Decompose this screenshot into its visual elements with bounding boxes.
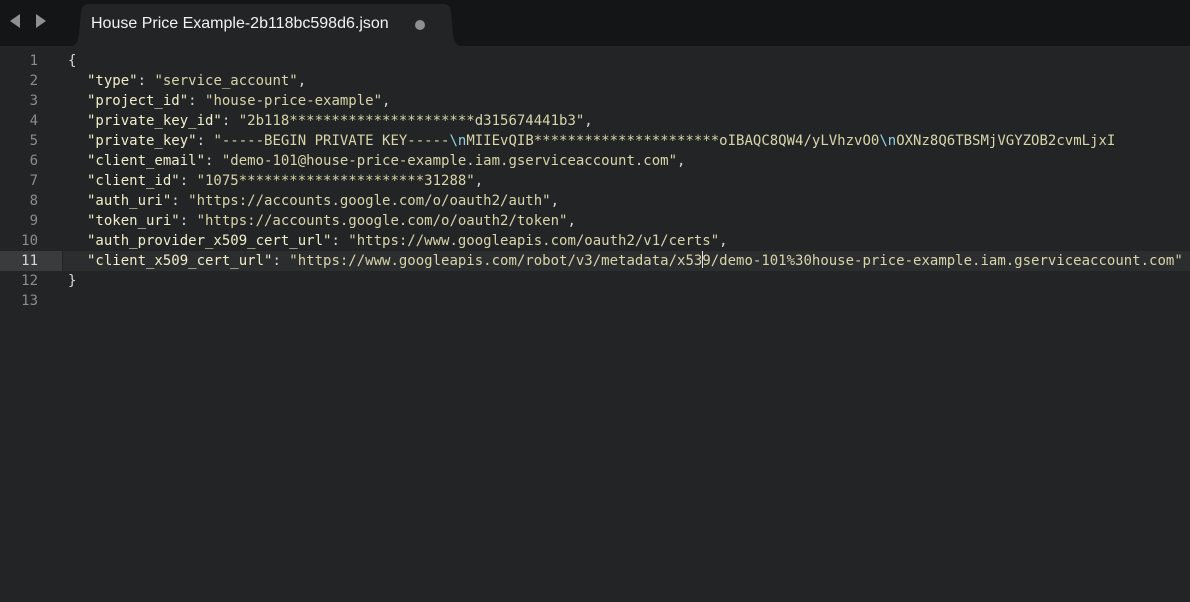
line-number: 2 bbox=[29, 73, 38, 89]
code-line[interactable]: "private_key_id": "2b118****************… bbox=[63, 111, 1190, 131]
line-number: 1 bbox=[29, 53, 38, 69]
close-brace: } bbox=[68, 273, 77, 289]
line-number-current: 11 bbox=[0, 251, 62, 271]
json-key: "auth_uri" bbox=[87, 193, 172, 209]
code-line[interactable]: "auth_uri": "https://accounts.google.com… bbox=[63, 191, 1190, 211]
line-number: 6 bbox=[29, 153, 38, 169]
json-value: "service_account" bbox=[154, 73, 298, 89]
json-comma: , bbox=[584, 113, 593, 129]
code-line[interactable]: "client_email": "demo-101@house-price-ex… bbox=[63, 151, 1190, 171]
code-editor[interactable]: 1 2 3 4 5 6 7 8 9 10 11 12 13 { "type": … bbox=[0, 46, 1190, 602]
json-separator: : bbox=[221, 113, 239, 129]
json-comma: , bbox=[719, 233, 728, 249]
json-comma: , bbox=[474, 173, 484, 189]
escape-sequence: \n bbox=[879, 133, 897, 149]
tab-bar: House Price Example-2b118bc598d6.json bbox=[0, 0, 1190, 46]
line-number: 9 bbox=[29, 213, 38, 229]
json-separator: : bbox=[331, 233, 349, 249]
escape-sequence: \n bbox=[449, 133, 467, 149]
code-line[interactable]: "token_uri": "https://accounts.google.co… bbox=[63, 211, 1190, 231]
code-area[interactable]: { "type": "service_account", "project_id… bbox=[63, 51, 1190, 311]
code-line[interactable]: "type": "service_account", bbox=[63, 71, 1190, 91]
line-number: 10 bbox=[21, 233, 38, 249]
json-key: "client_id" bbox=[87, 173, 180, 189]
code-line[interactable]: } bbox=[63, 271, 1190, 291]
json-value: "https://accounts.google.com/o/oauth2/to… bbox=[196, 213, 568, 229]
json-value-end: OXNz8Q6TBSMjVGYZOB2cvmLjxI bbox=[896, 133, 1116, 149]
json-value: "demo-101@house-price-example.iam.gservi… bbox=[221, 153, 678, 169]
json-key: "private_key" bbox=[87, 133, 197, 149]
open-brace: { bbox=[68, 53, 77, 69]
json-value: "1075**********************31288" bbox=[196, 173, 475, 189]
tab-title: House Price Example-2b118bc598d6.json bbox=[91, 15, 389, 32]
json-key: "client_email" bbox=[87, 153, 206, 169]
json-separator: : bbox=[171, 193, 189, 209]
json-separator: : bbox=[272, 253, 290, 269]
code-line[interactable]: { bbox=[63, 51, 1190, 71]
line-number-gutter: 1 2 3 4 5 6 7 8 9 10 11 12 13 bbox=[0, 51, 62, 311]
line-number: 4 bbox=[29, 113, 38, 129]
json-value-after-caret: 9/demo-101%30house-price-example.iam.gse… bbox=[702, 253, 1183, 269]
code-line-empty[interactable] bbox=[63, 291, 1190, 311]
json-value-mid: MIIEvQIB**********************oIBAQC8QW4… bbox=[466, 133, 880, 149]
json-value-before-caret: "https://www.googleapis.com/robot/v3/met… bbox=[289, 253, 703, 269]
line-number: 13 bbox=[21, 293, 38, 309]
tab-file-active[interactable]: House Price Example-2b118bc598d6.json bbox=[70, 4, 462, 46]
json-separator: : bbox=[205, 153, 222, 169]
code-line[interactable]: "private_key": "-----BEGIN PRIVATE KEY--… bbox=[63, 131, 1190, 151]
json-value: "2b118**********************d315674441b3… bbox=[238, 113, 585, 129]
json-key: "project_id" bbox=[87, 93, 189, 109]
json-comma: , bbox=[550, 193, 560, 209]
json-separator: : bbox=[188, 93, 206, 109]
code-line[interactable]: "auth_provider_x509_cert_url": "https://… bbox=[63, 231, 1190, 251]
code-line-current[interactable]: "client_x509_cert_url": "https://www.goo… bbox=[63, 251, 1190, 271]
json-comma: , bbox=[382, 93, 391, 109]
json-separator: : bbox=[196, 133, 214, 149]
json-key: "auth_provider_x509_cert_url" bbox=[87, 233, 332, 249]
json-value: "https://www.googleapis.com/oauth2/v1/ce… bbox=[348, 233, 720, 249]
back-arrow-icon[interactable] bbox=[7, 12, 25, 30]
json-key: "token_uri" bbox=[87, 213, 180, 229]
code-line[interactable]: "client_id": "1075**********************… bbox=[63, 171, 1190, 191]
line-number: 12 bbox=[21, 273, 38, 289]
json-separator: : bbox=[179, 173, 197, 189]
unsaved-dot-icon[interactable] bbox=[415, 20, 425, 30]
json-key: "client_x509_cert_url" bbox=[87, 253, 273, 269]
code-line[interactable]: "project_id": "house-price-example", bbox=[63, 91, 1190, 111]
json-separator: : bbox=[179, 213, 197, 229]
json-value: "https://accounts.google.com/o/oauth2/au… bbox=[188, 193, 551, 209]
json-key: "type" bbox=[87, 73, 138, 89]
forward-arrow-icon[interactable] bbox=[32, 12, 50, 30]
line-number: 3 bbox=[29, 93, 38, 109]
json-comma: , bbox=[567, 213, 576, 229]
json-comma: , bbox=[677, 153, 686, 169]
line-number: 8 bbox=[29, 193, 38, 209]
line-number: 7 bbox=[29, 173, 38, 189]
json-key: "private_key_id" bbox=[87, 113, 222, 129]
json-value: "house-price-example" bbox=[205, 93, 383, 109]
json-value-start: "-----BEGIN PRIVATE KEY----- bbox=[213, 133, 450, 149]
json-comma: , bbox=[297, 73, 307, 89]
json-separator: : bbox=[137, 73, 155, 89]
line-number: 5 bbox=[29, 133, 38, 149]
